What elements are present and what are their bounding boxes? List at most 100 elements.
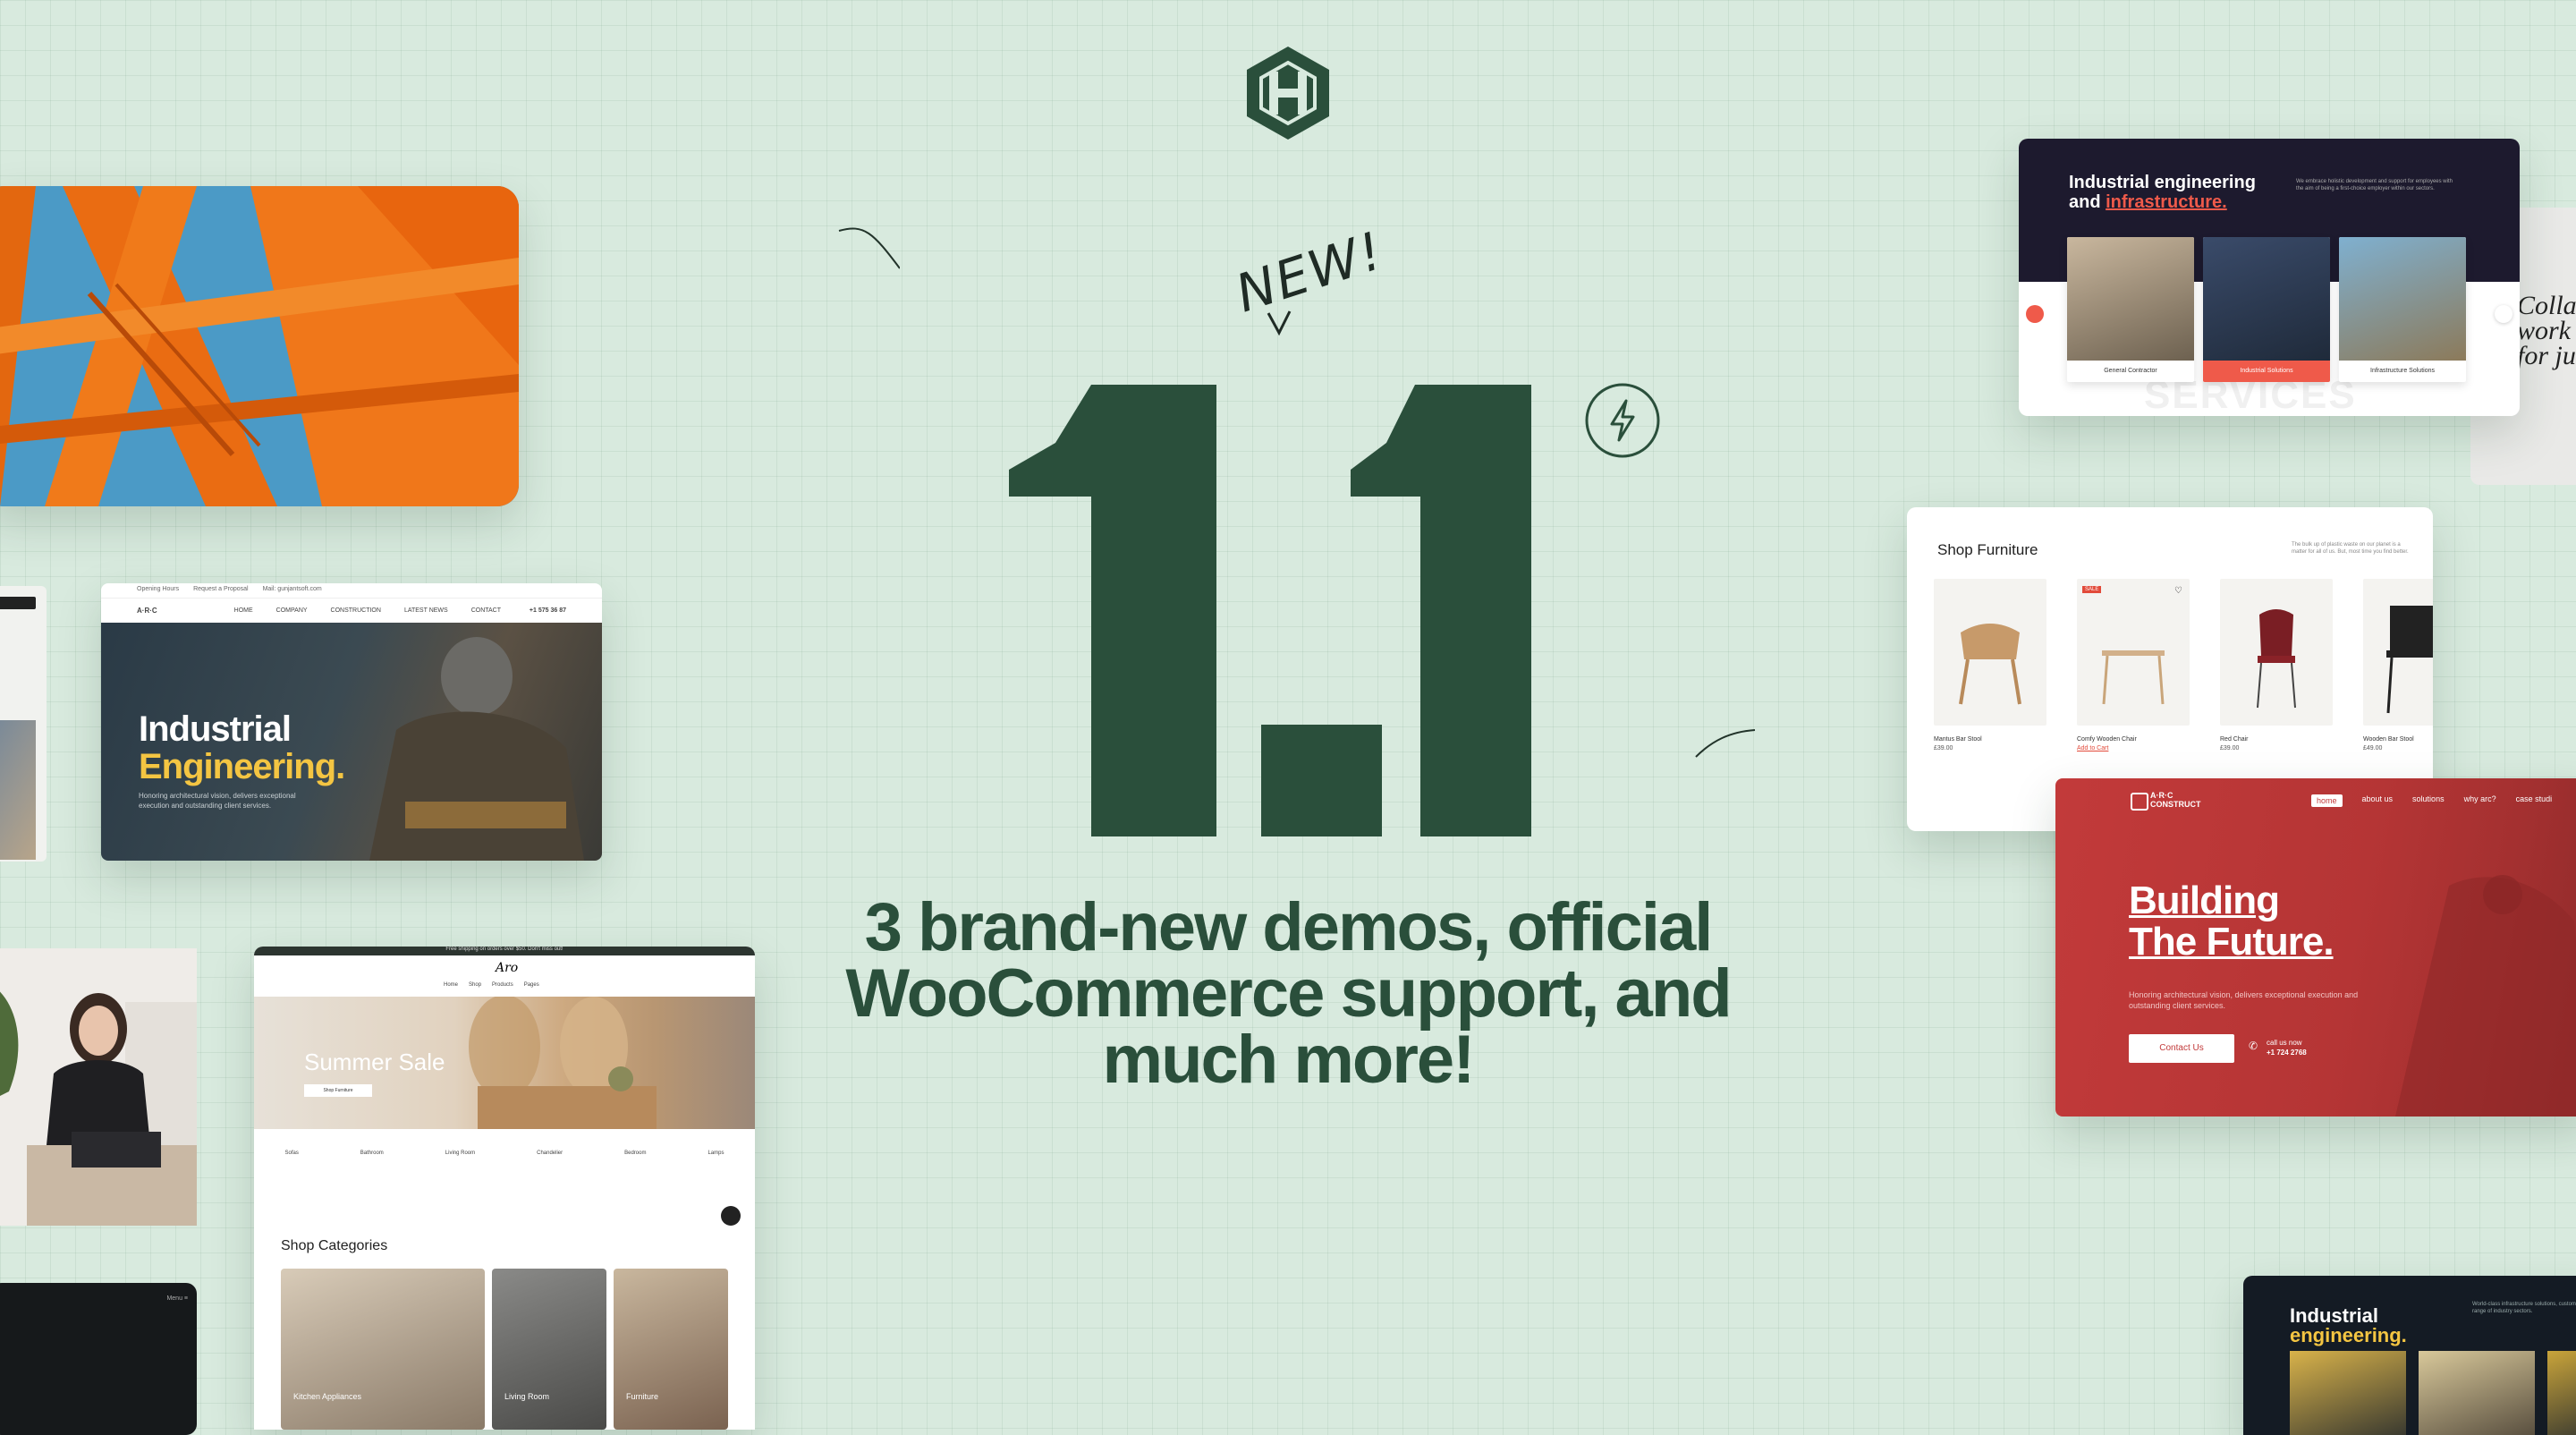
demo-title-line2: Engineering.	[139, 747, 345, 786]
nav-item[interactable]: COMPANY	[276, 607, 308, 614]
construct-title: Building The Future.	[2129, 880, 2334, 963]
infra-title: Industrial engineering and infrastructur…	[2069, 173, 2256, 212]
furniture-title: Shop Furniture	[1937, 541, 2038, 558]
menu-item[interactable]: about us	[2362, 794, 2394, 807]
store-nav-item[interactable]: Home	[444, 982, 458, 988]
product-image[interactable]	[1934, 579, 2046, 726]
tagline-line-3: much more!	[1102, 1022, 1476, 1098]
service-tile[interactable]: Industrial Solutions	[2203, 237, 2330, 382]
category-item[interactable]: Bedroom	[624, 1151, 646, 1186]
industrial-dark-demo-card[interactable]: Industrial engineering. World-class infr…	[2243, 1276, 2576, 1435]
furniture-demo-card[interactable]: Free shipping on orders over $50. Don't …	[254, 947, 755, 1430]
tagline-line-2: WooCommerce support, and	[845, 955, 1732, 1032]
br-description: World-class infrastructure solutions, cu…	[2472, 1302, 2576, 1314]
shop-categories-heading: Shop Categories	[281, 1238, 388, 1253]
hexagon-logo-icon	[1247, 47, 1329, 140]
sale-title: Summer Sale	[304, 1049, 445, 1075]
infra-title-line1: Industrial engineering	[2069, 173, 2256, 192]
infrastructure-demo-card[interactable]: Industrial engineering and infrastructur…	[2019, 139, 2520, 416]
demo-title-line1: Industrial	[139, 709, 292, 749]
service-tile-label: General Contractor	[2104, 368, 2157, 374]
service-tile-label: Industrial Solutions	[2203, 361, 2330, 382]
add-to-cart-link[interactable]: Add to Cart	[2077, 745, 2108, 751]
store-nav-item[interactable]: Products	[492, 982, 513, 988]
service-tile[interactable]: General Contractor	[2067, 237, 2194, 382]
furniture-description: The bulk up of plastic waste on our plan…	[2292, 542, 2409, 555]
construct-menu: home about us solutions why arc? case st…	[2311, 794, 2552, 807]
product-image[interactable]	[2363, 579, 2433, 726]
category-item[interactable]: Bathroom	[360, 1151, 384, 1186]
product-price: £39.00	[1934, 745, 1953, 751]
store-nav-item[interactable]: Shop	[469, 982, 481, 988]
industrial-demo-card[interactable]: Opening Hours Request a Proposal Mail: g…	[101, 583, 602, 861]
demo-nav: A·R·C HOME COMPANY CONSTRUCTION LATEST N…	[101, 598, 602, 623]
product-image[interactable]: SALE ♡	[2077, 579, 2190, 726]
construct-nav: A·R·C CONSTRUCT home about us solutions …	[2055, 778, 2576, 823]
call-number[interactable]: +1 724 2768	[2267, 1048, 2307, 1057]
category-item[interactable]: Chandelier	[537, 1151, 563, 1186]
construct-title-line1: Building	[2129, 879, 2280, 922]
menu-item[interactable]: why arc?	[2464, 794, 2496, 807]
contact-us-button[interactable]: Contact Us	[2129, 1034, 2234, 1063]
prev-arrow-icon[interactable]	[2026, 305, 2044, 323]
br-title-line1: Industrial	[2290, 1304, 2379, 1327]
product-price: £39.00	[2220, 745, 2240, 751]
product-image[interactable]	[2220, 579, 2333, 726]
product-price: £49.00	[2363, 745, 2383, 751]
partial-card-left	[0, 586, 47, 862]
nav-item[interactable]: HOME	[234, 607, 253, 614]
announcement-bar: Free shipping on orders over $50. Don't …	[254, 947, 755, 955]
call-info: call us now +1 724 2768	[2267, 1038, 2307, 1057]
shop-button[interactable]: Shop Furniture	[304, 1084, 372, 1097]
nav-item[interactable]: CONTACT	[471, 607, 501, 614]
sale-hero: Summer Sale Shop Furniture	[254, 995, 755, 1129]
construct-subtitle: Honoring architectural vision, delivers …	[2129, 990, 2359, 1010]
heart-icon[interactable]: ♡	[2174, 586, 2182, 596]
product-name[interactable]: Red Chair	[2220, 736, 2249, 743]
nav-item[interactable]: CONSTRUCTION	[331, 607, 381, 614]
phone-icon: ✆	[2249, 1040, 2258, 1052]
br-title: Industrial engineering.	[2290, 1306, 2407, 1346]
product-name[interactable]: Comfy Wooden Chair	[2077, 736, 2137, 743]
construct-demo-card[interactable]: A·R·C CONSTRUCT home about us solutions …	[2055, 778, 2576, 1117]
construct-title-line2: The Future.	[2129, 920, 2334, 964]
store-nav-item[interactable]: Pages	[524, 982, 539, 988]
store-logo: Aro	[496, 961, 519, 975]
sale-tag: SALE	[2082, 586, 2102, 593]
demo-logo: A·R·C	[137, 607, 157, 615]
next-arrow-icon[interactable]	[2495, 305, 2512, 323]
category-tile[interactable]: Furniture	[614, 1269, 728, 1430]
partial-card-office	[0, 948, 197, 1226]
decorative-squiggle	[838, 227, 900, 269]
category-item[interactable]: Lamps	[708, 1151, 724, 1186]
infra-description: We embrace holistic development and supp…	[2296, 179, 2453, 191]
construct-brand: A·R·C CONSTRUCT	[2150, 791, 2201, 809]
partial-card-dark: Menu ≡	[0, 1283, 197, 1435]
demo-subtitle: Honoring architectural vision, delivers …	[139, 792, 296, 810]
category-item[interactable]: Sofas	[284, 1151, 298, 1186]
nav-item[interactable]: LATEST NEWS	[404, 607, 448, 614]
topbar-item: Mail: gunjantsoft.com	[262, 586, 322, 592]
menu-item[interactable]: case studi	[2516, 794, 2553, 807]
arrow-down-icon	[1267, 310, 1292, 336]
category-item[interactable]: Living Room	[445, 1151, 475, 1186]
menu-item[interactable]: solutions	[2412, 794, 2445, 807]
product-name[interactable]: Wooden Bar Stool	[2363, 736, 2414, 743]
lightning-bolt-icon	[1585, 383, 1660, 458]
crane-photo-card	[0, 186, 519, 506]
new-badge: NEW!	[1228, 219, 1392, 325]
br-title-line2: engineering.	[2290, 1324, 2407, 1346]
topbar-item: Opening Hours	[137, 586, 180, 592]
demo-topbar: Opening Hours Request a Proposal Mail: g…	[101, 583, 602, 598]
category-tile[interactable]: Living Room	[492, 1269, 606, 1430]
br-photo	[2547, 1351, 2576, 1435]
store-nav: Aro Home Shop Products Pages	[254, 955, 755, 998]
product-name[interactable]: Mantus Bar Stool	[1934, 736, 1982, 743]
service-tile[interactable]: Infrastructure Solutions	[2339, 237, 2466, 382]
menu-item-home[interactable]: home	[2311, 794, 2343, 807]
category-icons: Sofas Bathroom Living Room Chandelier Be…	[254, 1151, 755, 1186]
chat-icon[interactable]	[721, 1206, 741, 1226]
br-photo	[2290, 1351, 2406, 1435]
category-tile-label: Furniture	[626, 1392, 659, 1401]
category-tile[interactable]: Kitchen Appliances	[281, 1269, 485, 1430]
